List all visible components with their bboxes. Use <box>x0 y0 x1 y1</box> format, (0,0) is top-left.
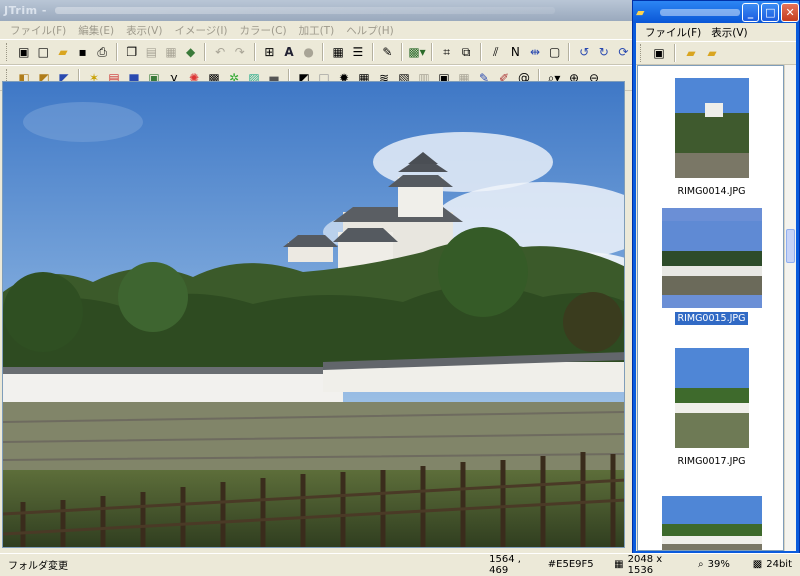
browser-menu-file[interactable]: ファイル(F) <box>640 25 706 40</box>
frame-icon[interactable]: ▢ <box>546 43 564 61</box>
save-icon[interactable]: ▪ <box>74 43 92 61</box>
status-depth: ▩ 24bit <box>745 557 800 572</box>
crop-icon[interactable]: ⌗ <box>438 43 456 61</box>
color-depth-icon: ▩ <box>752 559 763 570</box>
new-icon[interactable]: □ <box>35 43 53 61</box>
flip-v-icon[interactable]: ⇹ <box>526 43 544 61</box>
thumbnail-item[interactable]: RIMG0017.JPG <box>638 348 783 468</box>
status-zoom: ⌕ 39% <box>690 557 745 572</box>
minimize-button[interactable]: _ <box>741 2 760 22</box>
color-replace-icon[interactable]: ◆ <box>182 43 200 61</box>
capture-icon[interactable]: ▣ <box>15 43 33 61</box>
status-coords: 1564 , 469 <box>489 553 521 576</box>
castle-photo <box>3 82 624 547</box>
status-size: ▦ 2048 x 1536 <box>606 554 690 576</box>
rotate-right-icon[interactable]: ⟳ <box>615 43 633 61</box>
copy-icon[interactable]: ❐ <box>123 43 141 61</box>
circle-icon[interactable]: ● <box>300 43 318 61</box>
thumbnail-image <box>661 221 762 295</box>
paste-icon[interactable]: ▤ <box>143 43 161 61</box>
menu-file[interactable]: ファイル(F) <box>4 23 72 38</box>
thumbnail-caption: RIMG0015.JPG <box>674 311 749 326</box>
rotate-90-icon[interactable]: ↻ <box>595 43 613 61</box>
main-window: JTrim - ファイル(F) 編集(E) 表示(V) イメージ(I) カラー(… <box>0 0 632 574</box>
browser-body: ファイル(F) 表示(V) ▣ ▰ ▰ RIMG0014.JPG RIMG001… <box>636 23 796 551</box>
close-button[interactable]: ✕ <box>781 2 799 22</box>
main-toolbar: ▣ □ ▰ ▪ ⎙ ❐ ▤ ▦ ◆ ↶ ↷ ⊞ A ● ▦ ☰ ✎ ▩▾ ⌗ ⧉… <box>0 39 632 65</box>
folder-up-icon[interactable]: ▰ <box>703 44 721 62</box>
app-title: JTrim <box>4 4 38 17</box>
fit-icon[interactable]: ⊞ <box>261 43 279 61</box>
menu-color[interactable]: カラー(C) <box>234 23 293 38</box>
thumbnail-image <box>661 496 762 550</box>
title-bar: JTrim - <box>0 0 632 21</box>
scrollbar-thumb[interactable] <box>786 229 795 263</box>
thumbnail-item-selected[interactable]: RIMG0015.JPG <box>638 208 783 326</box>
skew-icon[interactable]: ⫽ <box>487 43 505 61</box>
thumbnail-caption: RIMG0014.JPG <box>677 186 746 197</box>
paste-new-icon[interactable]: ▦ <box>162 43 180 61</box>
thumbnail-image <box>674 78 749 178</box>
grid-icon[interactable]: ▦ <box>329 43 347 61</box>
open-icon[interactable]: ▰ <box>54 43 72 61</box>
thumbnail-scrollbar[interactable] <box>784 65 796 551</box>
eyedropper-icon[interactable]: ✎ <box>379 43 397 61</box>
menu-image[interactable]: イメージ(I) <box>168 23 233 38</box>
resize-icon[interactable]: ⧉ <box>457 43 475 61</box>
thumbnail-image <box>674 348 749 448</box>
thumbnail-caption: RIMG0017.JPG <box>677 456 746 467</box>
print-icon[interactable]: ⎙ <box>93 43 111 61</box>
menu-bar: ファイル(F) 編集(E) 表示(V) イメージ(I) カラー(C) 加工(T)… <box>0 21 632 39</box>
thumbnail-list: RIMG0014.JPG RIMG0015.JPG RIMG0017.JPG <box>637 65 784 551</box>
rotate-left-icon[interactable]: ↺ <box>575 43 593 61</box>
browser-window: ▰ _ □ ✕ ファイル(F) 表示(V) ▣ ▰ ▰ RIMG0014.JPG… <box>632 0 800 554</box>
capture-icon[interactable]: ▣ <box>650 44 668 62</box>
menu-edit[interactable]: 編集(E) <box>72 23 120 38</box>
status-depth-value: 24bit <box>766 559 792 570</box>
browser-menu-view[interactable]: 表示(V) <box>706 25 752 40</box>
status-color: #E5E9F5 <box>547 559 594 570</box>
browser-title-bar: ▰ _ □ ✕ <box>633 1 799 23</box>
status-zoom-value: 39% <box>707 559 730 570</box>
image-size-icon: ▦ <box>614 559 624 570</box>
redo-icon[interactable]: ↷ <box>231 43 249 61</box>
color-menu-icon[interactable]: ▩▾ <box>408 43 426 61</box>
thumbnail-item[interactable]: RIMG0014.JPG <box>638 78 783 198</box>
image-canvas[interactable] <box>2 81 625 548</box>
menu-effects[interactable]: 加工(T) <box>293 23 341 38</box>
maximize-button[interactable]: □ <box>761 2 780 22</box>
folder-icon: ▰ <box>636 5 645 19</box>
status-message: フォルダ変更 <box>8 561 68 572</box>
text-icon[interactable]: A <box>280 43 298 61</box>
status-size-value: 2048 x 1536 <box>627 553 663 576</box>
menu-view[interactable]: 表示(V) <box>120 23 168 38</box>
menu-help[interactable]: ヘルプ(H) <box>340 23 400 38</box>
folder-open-icon[interactable]: ▰ <box>682 44 700 62</box>
strip-icon[interactable]: ☰ <box>349 43 367 61</box>
thumbnail-item[interactable] <box>638 496 783 550</box>
status-bar: フォルダ変更 1564 , 469 #E5E9F5 ▦ 2048 x 1536 … <box>0 553 800 576</box>
browser-toolbar: ▣ ▰ ▰ <box>636 41 796 65</box>
flip-h-icon[interactable]: N <box>507 43 525 61</box>
zoom-icon: ⌕ <box>698 559 704 570</box>
undo-icon[interactable]: ↶ <box>211 43 229 61</box>
browser-menu-bar: ファイル(F) 表示(V) <box>636 23 796 41</box>
